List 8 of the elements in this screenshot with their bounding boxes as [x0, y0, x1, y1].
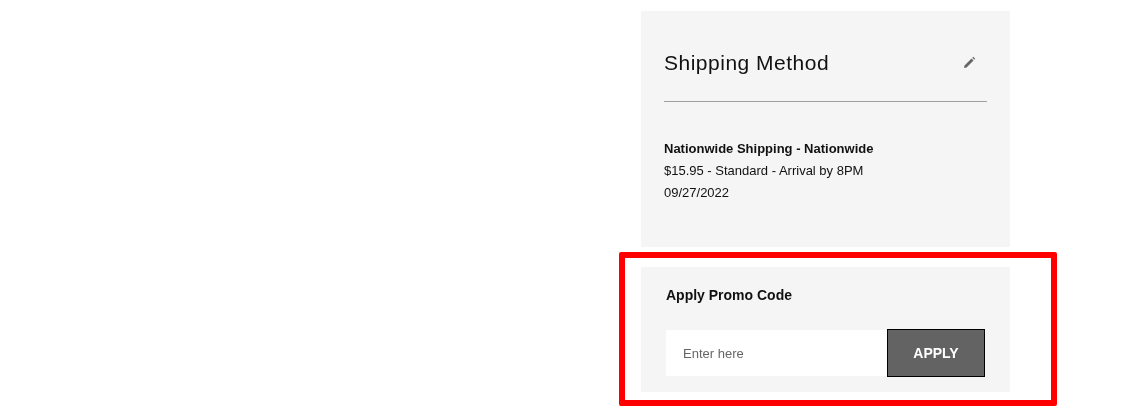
- shipping-date: 09/27/2022: [664, 183, 731, 202]
- section-title: Shipping Method: [664, 50, 830, 76]
- promo-title: Apply Promo Code: [666, 286, 793, 305]
- shipping-details: $15.95 - Standard - Arrival by 8PM: [664, 161, 865, 180]
- pencil-icon[interactable]: [962, 55, 976, 70]
- apply-button[interactable]: APPLY: [886, 329, 985, 377]
- promo-code-field[interactable]: Enter here: [666, 330, 887, 376]
- shipping-name: Nationwide Shipping - Nationwide: [664, 139, 875, 158]
